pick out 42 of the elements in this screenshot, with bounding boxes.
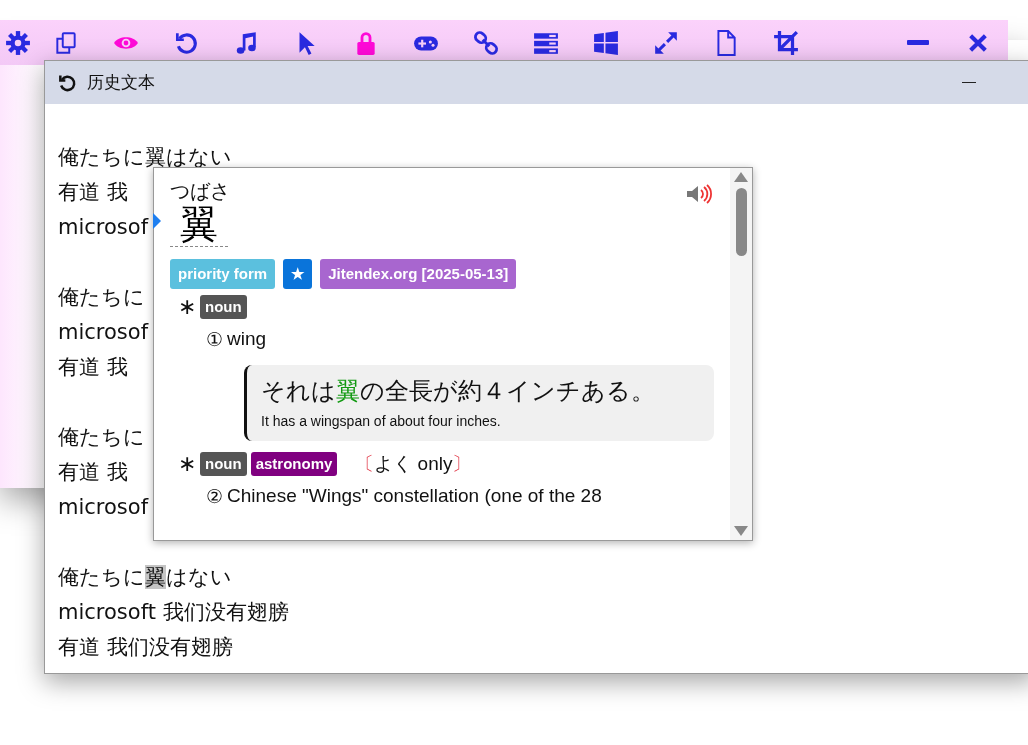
- link-icon: [473, 29, 499, 56]
- sense-number: ②: [206, 485, 223, 508]
- scroll-up-icon[interactable]: [734, 172, 748, 182]
- gear-icon: [5, 29, 31, 56]
- text-line: 俺たちに: [58, 424, 145, 451]
- gloss-text: Chinese "Wings" constellation (one of the 28: [227, 485, 602, 508]
- text-line: 有道 我: [58, 354, 128, 381]
- headword: 翼: [170, 202, 228, 247]
- scroll-down-icon[interactable]: [734, 526, 748, 536]
- pointer-icon: [153, 213, 161, 229]
- usage-note: 〔よく only〕: [355, 452, 472, 476]
- tag: noun: [200, 452, 247, 476]
- scroll-thumb[interactable]: [735, 188, 747, 256]
- text-line: 俺たちに翼はない: [58, 564, 232, 591]
- example-sentence: それは翼の全長が約４インチある。: [261, 376, 656, 407]
- example-translation: It has a wingspan of about four inches.: [261, 413, 502, 429]
- text-line: microsof: [58, 494, 149, 521]
- expand-icon: [653, 29, 679, 56]
- tag: astronomy: [250, 452, 338, 476]
- window-title: 历史文本: [87, 71, 155, 94]
- text-line: 有道 我: [58, 179, 128, 206]
- text-line: microsof: [58, 319, 149, 346]
- text-line: 有道 我们没有翅膀: [58, 634, 233, 661]
- text-line: microsoft 我们没有翅膀: [58, 599, 289, 626]
- reading-text: つばさ: [170, 180, 230, 202]
- sense-number: ①: [206, 328, 223, 351]
- scrollbar[interactable]: [730, 168, 752, 540]
- bullet-marker: ∗: [178, 294, 196, 320]
- crop-icon: [773, 29, 799, 56]
- text-line: 有道 我: [58, 459, 128, 486]
- gloss-text: wing: [227, 328, 267, 351]
- text-line: 俺たちに: [58, 284, 145, 311]
- speaker-icon[interactable]: [686, 184, 712, 204]
- bullet-marker: ∗: [178, 451, 196, 477]
- copy-icon: [53, 29, 79, 56]
- windows-icon: [593, 29, 619, 56]
- tag: noun: [200, 295, 247, 319]
- tag: ★: [283, 259, 313, 289]
- tag: priority form: [170, 259, 276, 289]
- tag: Jitendex.org [2025-05-13]: [320, 259, 517, 289]
- text-line: 俺たちに翼はない: [58, 144, 232, 171]
- text-line: microsof: [58, 214, 149, 241]
